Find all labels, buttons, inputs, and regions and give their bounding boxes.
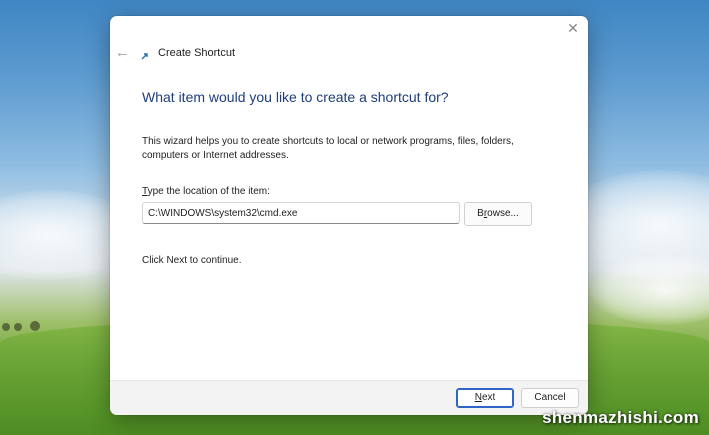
window-title: Create Shortcut — [158, 47, 236, 59]
next-label-accelerator: N — [474, 392, 482, 403]
wizard-heading: What item would you like to create a sho… — [142, 89, 449, 105]
location-label-text: ype the location of the item: — [147, 186, 270, 197]
location-input[interactable] — [142, 202, 460, 224]
browse-label-start: B — [477, 208, 484, 219]
continue-instruction: Click Next to continue. — [142, 255, 242, 266]
dialog-footer: Next Cancel — [110, 380, 588, 415]
cancel-button[interactable]: Cancel — [521, 388, 579, 408]
shortcut-arrow-icon — [141, 53, 148, 60]
location-label: Type the location of the item: — [142, 186, 270, 197]
browse-button[interactable]: Browse... — [464, 202, 532, 226]
watermark: shenmazhishi.com — [542, 408, 699, 427]
back-arrow-icon[interactable]: ← — [115, 45, 130, 61]
browse-label-end: owse... — [487, 208, 519, 219]
tree — [30, 321, 40, 331]
tree — [14, 323, 22, 331]
close-icon[interactable]: ✕ — [566, 20, 580, 36]
next-button[interactable]: Next — [456, 388, 514, 408]
wizard-description: This wizard helps you to create shortcut… — [142, 136, 514, 161]
create-shortcut-dialog: ✕ ← Create Shortcut What item would you … — [110, 16, 588, 415]
next-label-text: ext — [481, 392, 496, 403]
tree — [2, 323, 10, 331]
